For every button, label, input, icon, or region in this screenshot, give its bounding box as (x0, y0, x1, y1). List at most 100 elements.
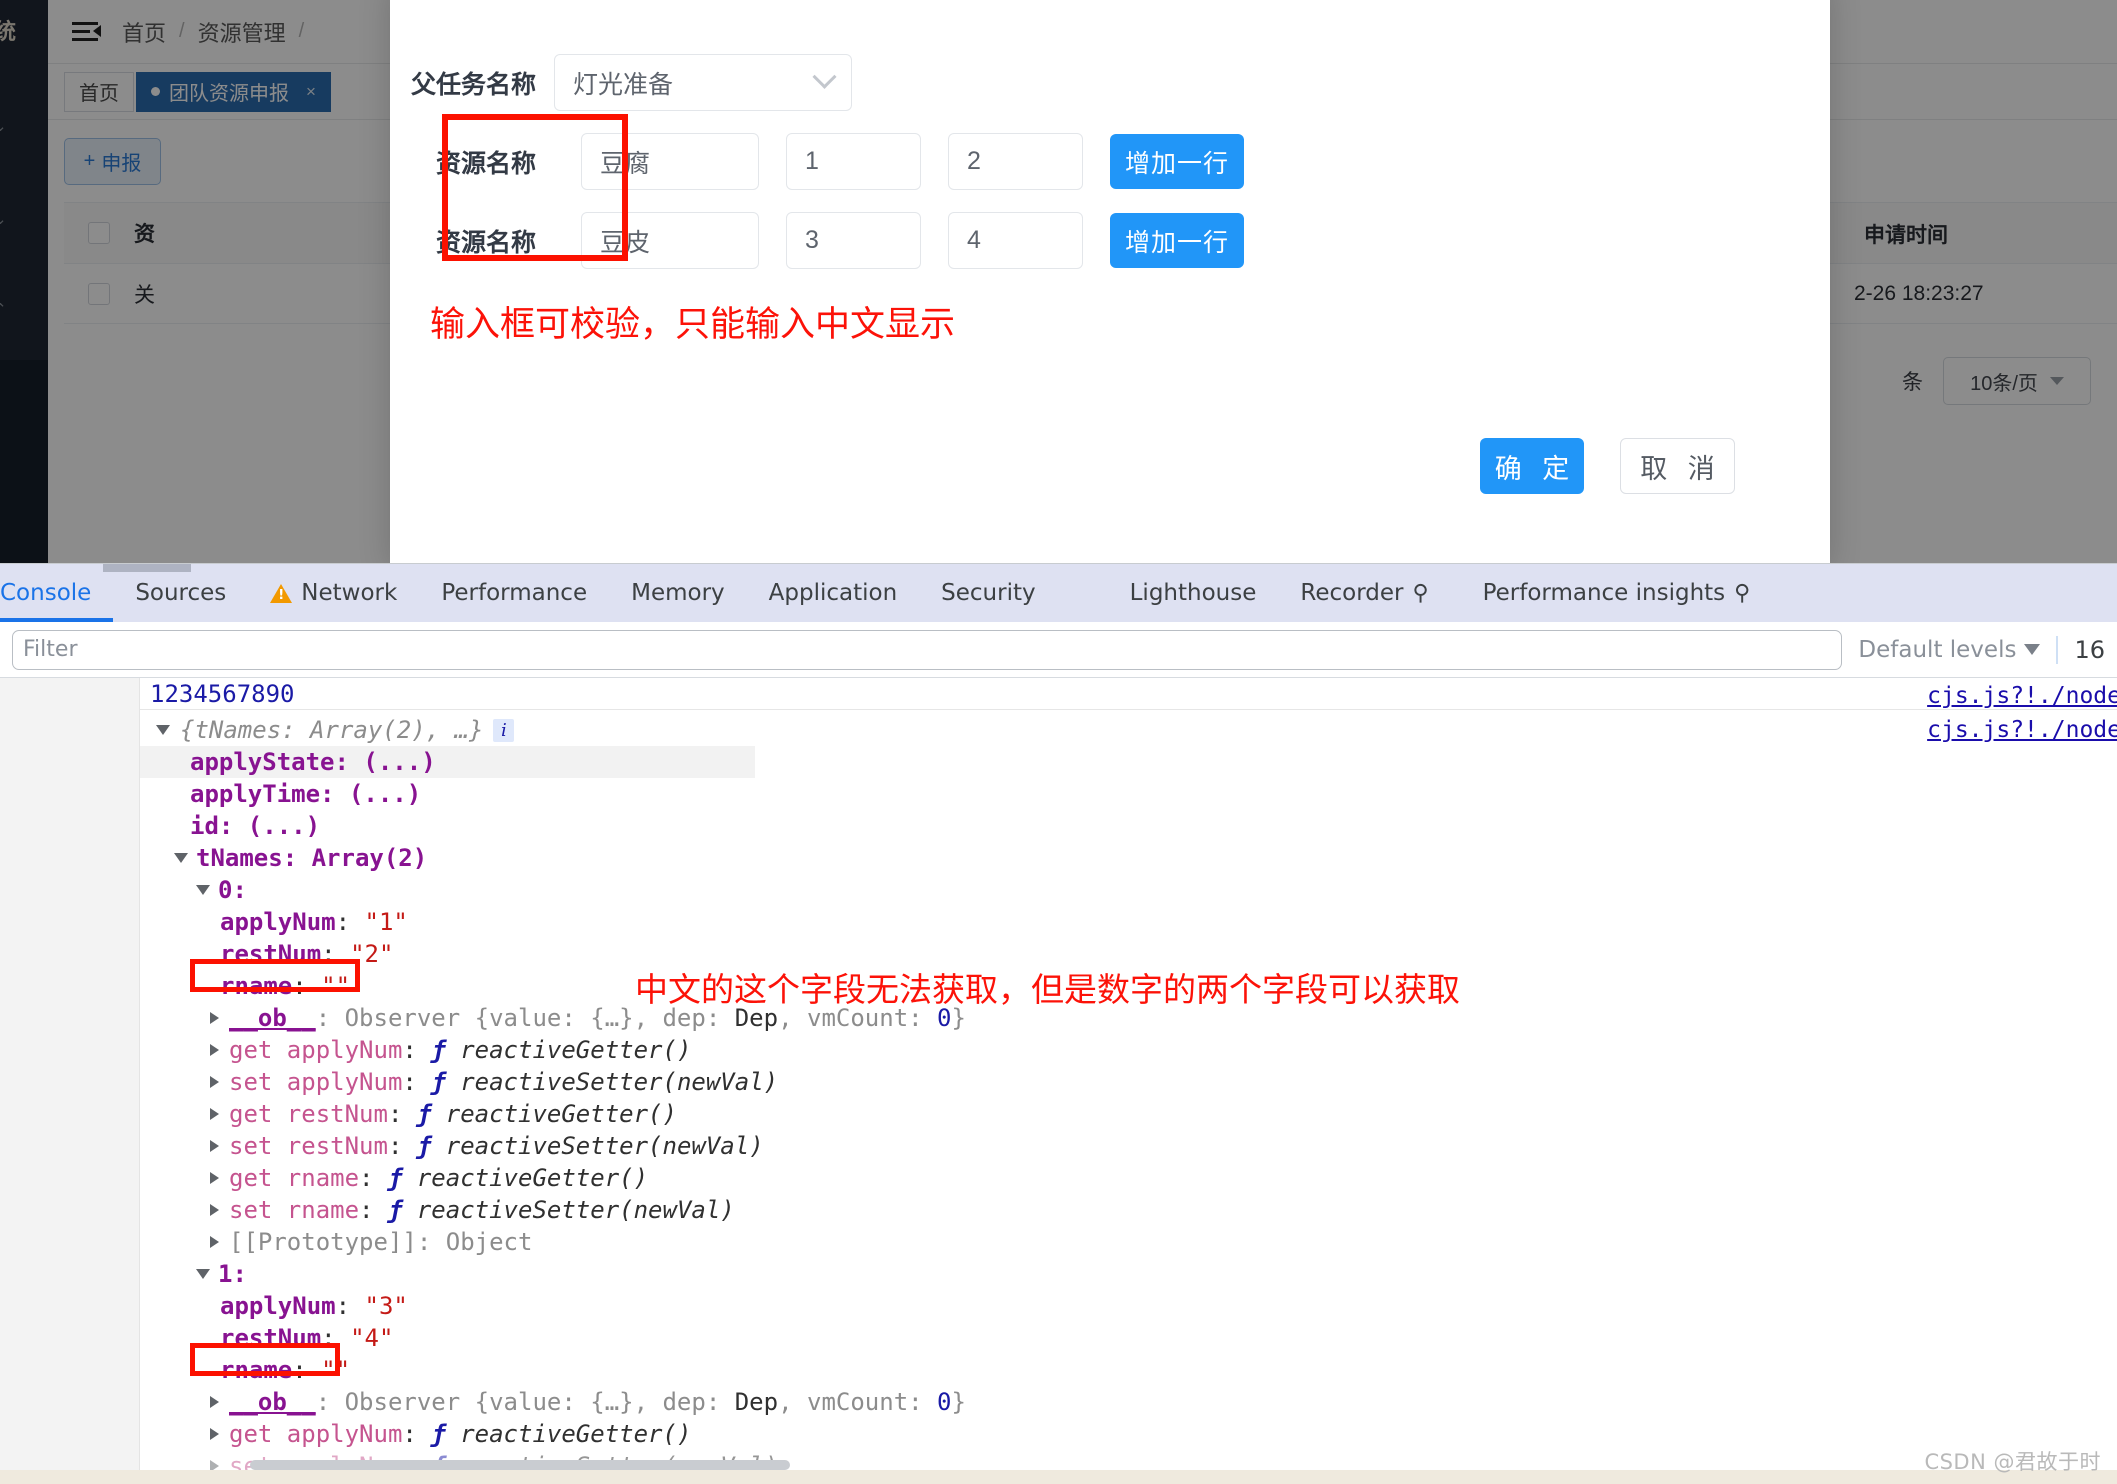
cancel-button[interactable]: 取 消 (1620, 438, 1735, 494)
form-row-resource-2: 资源名称 豆皮 3 4 增加一行 (390, 212, 1244, 269)
disclosure-triangle-icon[interactable] (196, 1269, 210, 1279)
tab-network[interactable]: Network (248, 564, 419, 622)
row-checkbox[interactable] (64, 282, 134, 305)
confirm-button[interactable]: 确 定 (1480, 438, 1584, 494)
accessor-row[interactable]: get applyNum: ƒ reactiveGetter() (140, 1034, 2117, 1066)
object-property-row[interactable]: rname: "" (140, 1354, 2117, 1386)
object-property-row[interactable]: id: (...) (140, 810, 2117, 842)
disclosure-triangle-icon[interactable] (210, 1204, 219, 1216)
rest-num-input-2[interactable]: 4 (948, 212, 1083, 269)
tab-recorder-label: Recorder (1300, 580, 1404, 606)
array-index-row[interactable]: 0: (140, 874, 2117, 906)
sidebar-chevron-1[interactable]: ⌄ (0, 117, 7, 135)
tab-close-icon[interactable]: × (306, 82, 316, 102)
property-tnames: tNames: Array(2) (196, 844, 428, 872)
rest-num-input-1[interactable]: 2 (948, 133, 1083, 190)
app-sidebar[interactable]: 统 ⌄ ⌄ ⌃ (0, 0, 48, 563)
info-icon[interactable]: i (493, 718, 515, 742)
tab-sources[interactable]: Sources (113, 564, 248, 622)
declare-button[interactable]: + 申报 (64, 138, 161, 185)
chevron-down-icon (2024, 644, 2041, 655)
filter-divider (2056, 635, 2059, 664)
source-link[interactable]: cjs.js?!./node (1927, 683, 2117, 709)
console-output[interactable]: 1234567890 cjs.js?!./node {tNames: Array… (0, 678, 2117, 1484)
disclosure-triangle-icon[interactable] (210, 1236, 219, 1248)
resource-name-input-2[interactable]: 豆皮 (581, 212, 759, 269)
disclosure-triangle-icon[interactable] (210, 1172, 219, 1184)
log-level-select[interactable]: Default levels (1858, 637, 2041, 663)
accessor-row[interactable]: get rname: ƒ reactiveGetter() (140, 1162, 2117, 1194)
object-property-row[interactable]: applyNum: "3" (140, 1290, 2117, 1322)
item0-prototype: [[Prototype]]: Object (229, 1228, 533, 1256)
disclosure-triangle-icon[interactable] (210, 1012, 219, 1024)
object-property-row[interactable]: applyState: (...) (140, 746, 755, 778)
page-tab-team-resource[interactable]: 团队资源申报 × (136, 71, 331, 112)
add-row-button-1[interactable]: 增加一行 (1110, 134, 1244, 189)
item1-observer: __ob__: Observer {value: {…}, dep: Dep, … (229, 1388, 966, 1416)
apply-num-input-2[interactable]: 3 (786, 212, 921, 269)
object-property-row[interactable]: applyNum: "1" (140, 906, 2117, 938)
tab-console[interactable]: Console (0, 564, 113, 622)
item0-rname: rname: "" (220, 972, 351, 1000)
object-property-row[interactable]: __ob__: Observer {value: {…}, dep: Dep, … (140, 1386, 2117, 1418)
rest-num-value-1: 2 (967, 147, 981, 175)
horizontal-scrollbar[interactable] (250, 1460, 790, 1470)
table-header-apply-time: 申请时间 (1864, 224, 1948, 247)
tab-lighthouse[interactable]: Lighthouse (1108, 564, 1279, 622)
accessor-row[interactable]: set restNum: ƒ reactiveSetter(newVal) (140, 1130, 2117, 1162)
table-cell-apply-time: 2-26 18:23:27 (1854, 282, 1984, 305)
console-annotation-note: 中文的这个字段无法获取，但是数字的两个字段可以获取 (635, 970, 1460, 1009)
disclosure-triangle-icon[interactable] (210, 1108, 219, 1120)
disclosure-triangle-icon[interactable] (196, 885, 210, 895)
object-property-row[interactable]: applyTime: (...) (140, 778, 2117, 810)
source-link[interactable]: cjs.js?!./node (1927, 717, 2117, 743)
breadcrumb-item-home[interactable]: 首页 (122, 16, 166, 48)
apply-num-input-1[interactable]: 1 (786, 133, 921, 190)
prototype-row[interactable]: [[Prototype]]: Object (140, 1226, 2117, 1258)
disclosure-triangle-icon[interactable] (210, 1396, 219, 1408)
tab-recorder[interactable]: Recorder ⚲ (1278, 564, 1450, 622)
collapse-menu-icon[interactable] (72, 21, 102, 43)
resource-name-label-2: 资源名称 (435, 227, 536, 257)
sidebar-chevron-3[interactable]: ⌃ (0, 300, 7, 318)
form-row-parent-task: 父任务名称 灯光准备 (390, 54, 852, 111)
resource-name-input-1[interactable]: 豆腐 (581, 133, 759, 190)
plus-icon: + (83, 150, 96, 172)
disclosure-triangle-icon[interactable] (210, 1428, 219, 1440)
item0-restnum: restNum: "2" (220, 940, 394, 968)
tab-application[interactable]: Application (747, 564, 920, 622)
tab-memory[interactable]: Memory (609, 564, 747, 622)
accessor-row[interactable]: get restNum: ƒ reactiveGetter() (140, 1098, 2117, 1130)
parent-task-select[interactable]: 灯光准备 (554, 54, 852, 111)
log-row[interactable]: {tNames: Array(2), …} i cjs.js?!./node (140, 714, 2117, 746)
tab-security[interactable]: Security (919, 564, 1057, 622)
tab-performance-insights[interactable]: Performance insights ⚲ (1451, 564, 1773, 622)
disclosure-triangle-icon[interactable] (210, 1076, 219, 1088)
tab-performance[interactable]: Performance (419, 564, 609, 622)
accessor-row[interactable]: set rname: ƒ reactiveSetter(newVal) (140, 1194, 2117, 1226)
page-size-select[interactable]: 10条/页 (1943, 357, 2091, 405)
page-tab-home[interactable]: 首页 (64, 71, 134, 112)
pagination-unit: 条 (1902, 371, 1923, 394)
log-row[interactable]: 1234567890 cjs.js?!./node (140, 678, 2117, 710)
breadcrumb-item-resource[interactable]: 资源管理 (198, 16, 286, 48)
array-index-row[interactable]: 1: (140, 1258, 2117, 1290)
parent-task-label: 父任务名称 (410, 69, 536, 99)
parent-task-value: 灯光准备 (573, 70, 674, 99)
select-all-checkbox[interactable] (64, 222, 134, 244)
add-row-button-2[interactable]: 增加一行 (1110, 213, 1244, 268)
filter-input[interactable]: Filter (12, 629, 1843, 670)
tab-console-label: Console (0, 580, 92, 606)
property-id: id: (...) (190, 812, 321, 840)
sidebar-chevron-2[interactable]: ⌄ (0, 210, 7, 228)
form-row-resource-1: 资源名称 豆腐 1 2 增加一行 (390, 133, 1244, 190)
accessor-row[interactable]: get applyNum: ƒ reactiveGetter() (140, 1418, 2117, 1450)
page-size-value: 10条/页 (1970, 372, 2038, 395)
disclosure-triangle-icon[interactable] (174, 853, 188, 863)
disclosure-triangle-icon[interactable] (210, 1140, 219, 1152)
object-property-row[interactable]: tNames: Array(2) (140, 842, 2117, 874)
object-property-row[interactable]: restNum: "4" (140, 1322, 2117, 1354)
disclosure-triangle-icon[interactable] (156, 725, 170, 735)
accessor-row[interactable]: set applyNum: ƒ reactiveSetter(newVal) (140, 1066, 2117, 1098)
disclosure-triangle-icon[interactable] (210, 1044, 219, 1056)
